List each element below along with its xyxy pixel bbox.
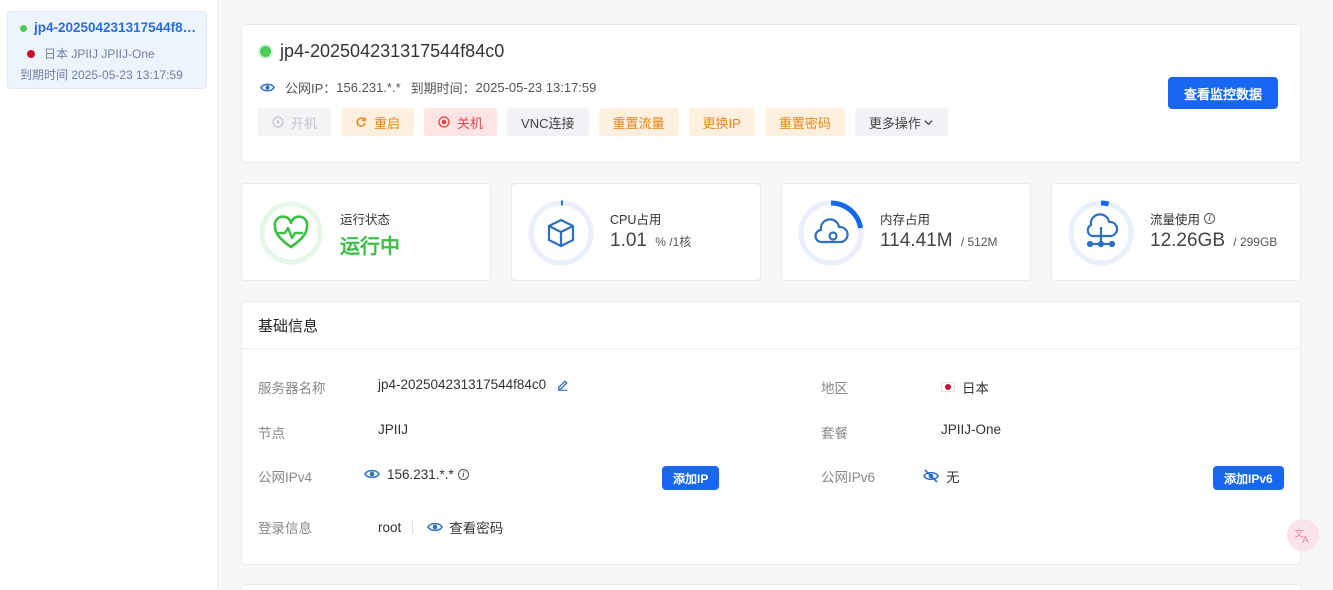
server-name-text: jp4-202504231317544f84c0 <box>378 377 547 392</box>
memory-value: 114.41M / 512M <box>880 230 998 252</box>
traffic-ring <box>1068 200 1134 266</box>
start-button[interactable]: 开机 <box>258 108 332 136</box>
restart-button[interactable]: 重启 <box>341 108 415 136</box>
sidebar: jp4-202504231317544f84c0 日本 JPIIJ JPIIJ-… <box>0 0 218 590</box>
reset-traffic-button[interactable]: 重置流量 <box>598 108 679 136</box>
traffic-label: 流量使用 i <box>1150 209 1216 228</box>
cpu-value-number: 1.01 <box>610 230 647 251</box>
memory-label: 内存占用 <box>880 213 931 227</box>
svg-text:A: A <box>1302 535 1309 545</box>
traffic-value-number: 12.26GB <box>1150 230 1225 251</box>
ipv6-value: 无 <box>923 466 960 486</box>
edit-icon[interactable] <box>556 378 569 391</box>
basic-info-title: 基础信息 <box>242 302 1300 349</box>
play-icon <box>272 116 284 128</box>
status-dot-icon <box>20 25 27 32</box>
login-value: root 查看密码 <box>378 517 503 537</box>
memory-ring <box>798 200 864 266</box>
region-label: 地区 <box>821 381 848 396</box>
record-icon <box>438 116 450 128</box>
status-value: 运行中 <box>340 236 400 258</box>
ipv4-value: 156.231.*.* i <box>364 466 469 482</box>
ipv4-text: 156.231.*.* <box>387 466 454 482</box>
server-title: jp4-202504231317544f84c0 <box>260 41 504 62</box>
more-actions-label: 更多操作 <box>868 115 921 131</box>
cpu-value: 1.01 % /1核 <box>610 230 691 252</box>
eye-icon[interactable] <box>260 80 275 95</box>
next-section-panel <box>241 584 1301 590</box>
reset-password-button[interactable]: 重置密码 <box>764 108 845 136</box>
traffic-card: 流量使用 i 12.26GB / 299GB <box>1051 183 1301 281</box>
expire-label: 到期时间： <box>410 81 476 96</box>
memory-value-number: 114.41M <box>880 230 953 251</box>
cpu-card: CPU占用 1.01 % /1核 <box>511 183 761 281</box>
server-meta: 公网IP： 156.231.*.* 到期时间： 2025-05-23 13:17… <box>260 78 596 97</box>
translate-icon[interactable]: 文A <box>1287 519 1319 551</box>
running-status-icon <box>260 46 271 57</box>
public-ip-label: 公网IP： <box>285 81 337 96</box>
add-ipv6-button[interactable]: 添加IPv6 <box>1213 466 1284 490</box>
start-label: 开机 <box>291 115 318 131</box>
status-label: 运行状态 <box>340 213 391 227</box>
server-name-label: 服务器名称 <box>258 381 326 396</box>
eye-icon[interactable] <box>427 519 444 535</box>
cpu-label: CPU占用 <box>610 213 662 227</box>
view-password-link[interactable]: 查看密码 <box>449 517 503 537</box>
cpu-unit: % /1核 <box>655 235 692 249</box>
status-card: 运行状态 运行中 <box>241 183 491 281</box>
server-list-item[interactable]: jp4-202504231317544f84c0 日本 JPIIJ JPIIJ-… <box>7 11 207 89</box>
eye-off-icon[interactable] <box>923 468 939 484</box>
traffic-value: 12.26GB / 299GB <box>1150 230 1277 252</box>
login-user: root <box>378 519 402 535</box>
node-value: JPIIJ <box>378 422 409 437</box>
japan-flag-icon <box>941 382 955 392</box>
vnc-button[interactable]: VNC连接 <box>507 108 589 136</box>
server-header-panel: jp4-202504231317544f84c0 公网IP： 156.231.*… <box>241 24 1301 163</box>
traffic-label-text: 流量使用 <box>1150 213 1201 227</box>
info-icon[interactable]: i <box>457 468 469 480</box>
eye-icon[interactable] <box>364 466 380 482</box>
region-text: 日本 <box>962 381 989 396</box>
server-list-item-name: jp4-202504231317544f84c0 <box>20 20 202 35</box>
change-ip-button[interactable]: 更换IP <box>688 108 755 136</box>
heart-pulse-icon <box>259 201 323 265</box>
translate-glyph-icon: 文A <box>1294 527 1309 545</box>
server-list-item-expire: 到期时间 2025-05-23 13:17:59 <box>20 68 183 82</box>
action-buttons: 开机 重启 关机 VNC连接 重置流量 更换IP 重置密码 更多操作 <box>258 108 948 136</box>
shutdown-button[interactable]: 关机 <box>424 108 498 136</box>
basic-info-panel: 基础信息 服务器名称 jp4-202504231317544f84c0 地区 日… <box>241 301 1301 565</box>
restart-label: 重启 <box>374 115 401 131</box>
server-name-value: jp4-202504231317544f84c0 <box>378 377 569 392</box>
refresh-icon <box>356 117 366 127</box>
public-ip-value: 156.231.*.* <box>336 80 401 95</box>
chevron-down-icon <box>924 119 933 125</box>
memory-card: 内存占用 114.41M / 512M <box>781 183 1031 281</box>
plan-label: 套餐 <box>821 426 848 441</box>
node-label: 节点 <box>258 426 285 441</box>
info-icon[interactable]: i <box>1204 213 1216 224</box>
plan-value: JPIIJ-One <box>941 422 1002 437</box>
shutdown-label: 关机 <box>457 115 484 131</box>
japan-flag-icon <box>26 49 36 59</box>
traffic-unit: / 299GB <box>1233 235 1278 249</box>
region-value: 日本 <box>941 377 989 397</box>
cpu-ring <box>528 200 594 266</box>
login-label: 登录信息 <box>258 521 312 536</box>
add-ip-button[interactable]: 添加IP <box>662 466 720 490</box>
server-list-item-region: 日本 JPIIJ JPIIJ-One <box>26 45 155 62</box>
memory-unit: / 512M <box>960 235 998 249</box>
expire-value: 2025-05-23 13:17:59 <box>475 80 597 95</box>
ipv6-label: 公网IPv6 <box>821 470 876 485</box>
view-monitor-button[interactable]: 查看监控数据 <box>1168 77 1279 109</box>
divider <box>412 520 414 534</box>
more-actions-dropdown[interactable]: 更多操作 <box>854 108 948 136</box>
ipv4-label: 公网IPv4 <box>258 470 313 485</box>
ipv6-text: 无 <box>946 470 960 485</box>
